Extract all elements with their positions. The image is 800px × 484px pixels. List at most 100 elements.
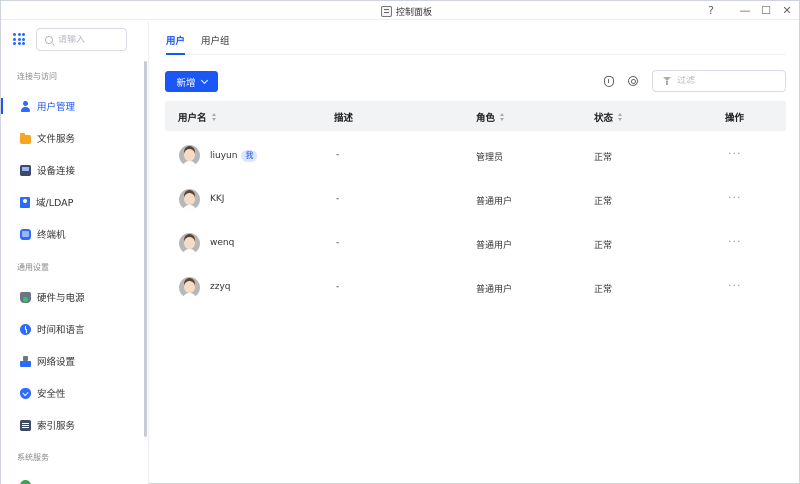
sidebar-search-input[interactable] (58, 34, 114, 45)
sidebar-item-label: 设备连接 (37, 166, 76, 177)
more-actions-button[interactable]: ··· (728, 235, 742, 248)
username-cell: liuyun 我 (210, 150, 258, 162)
tab-users[interactable]: 用户 (166, 33, 186, 55)
username-cell: wenq (210, 238, 235, 248)
tab-bar: 用户 用户组 (165, 21, 785, 55)
window-title-text: 控制面板 (396, 7, 433, 18)
folder-icon (20, 132, 31, 144)
sidebar-item-label: 硬件与电源 (37, 293, 85, 304)
status-cell: 正常 (594, 241, 613, 251)
table-row[interactable]: KKJ - 普通用户 正常 ··· (165, 178, 786, 222)
username-cell: KKJ (210, 194, 225, 204)
role-cell: 普通用户 (476, 285, 513, 295)
minimize-button[interactable]: — (736, 2, 754, 18)
filter-field[interactable] (652, 70, 786, 92)
role-cell: 普通用户 (476, 241, 513, 251)
sidebar-item-device-connection[interactable]: 设备连接 (1, 159, 145, 181)
avatar (179, 233, 200, 254)
device-icon (20, 164, 31, 176)
main-content: 用户 用户组 新增 用户名 描述 角色 状态 (150, 21, 800, 484)
sidebar-item-label: 用户管理 (37, 102, 76, 113)
status-cell: 正常 (594, 153, 613, 163)
sidebar-item-label: 域/LDAP (36, 198, 74, 209)
role-cell: 管理员 (476, 153, 504, 163)
search-icon (45, 35, 53, 44)
description-cell: - (336, 282, 340, 292)
shield-icon[interactable] (604, 76, 614, 87)
group-label-general: 通用设置 (17, 263, 49, 272)
sidebar-item-network[interactable]: 网络设置 (1, 350, 145, 372)
user-icon (20, 100, 31, 112)
sidebar-item-label: 索引服务 (37, 421, 76, 432)
table-row[interactable]: zzyq - 普通用户 正常 ··· (165, 266, 786, 310)
gear-icon[interactable] (628, 76, 638, 86)
status-cell: 正常 (594, 197, 613, 207)
username-cell: zzyq (210, 282, 231, 292)
more-actions-button[interactable]: ··· (728, 279, 742, 292)
sidebar-item-hardware-power[interactable]: 硬件与电源 (1, 286, 145, 308)
filter-icon (663, 77, 672, 85)
sidebar: 连接与访问 用户管理 文件服务 设备连接 域/LDAP 终端机 通用设置 硬件与… (1, 21, 149, 484)
control-panel-window: 控制面板 ? — ☐ ✕ 连接与访问 用户管理 文件服务 设备连接 域/LDA (0, 0, 800, 484)
column-header-description: 描述 (334, 113, 354, 124)
title-bar: 控制面板 ? — ☐ ✕ (1, 1, 799, 20)
sidebar-item-system-partial[interactable] (1, 474, 145, 484)
table-header: 用户名 描述 角色 状态 操作 (165, 101, 786, 131)
system-service-icon (20, 479, 31, 484)
sidebar-item-file-service[interactable]: 文件服务 (1, 127, 145, 149)
clock-icon (20, 323, 31, 335)
sidebar-item-label: 网络设置 (37, 357, 76, 368)
maximize-button[interactable]: ☐ (757, 2, 775, 18)
help-button[interactable]: ? (702, 2, 720, 18)
sidebar-search[interactable] (36, 28, 127, 51)
sidebar-item-label: 安全性 (37, 389, 66, 400)
sidebar-item-time-language[interactable]: 时间和语言 (1, 318, 145, 340)
avatar (179, 145, 200, 166)
column-header-username[interactable]: 用户名 (178, 110, 217, 124)
role-cell: 普通用户 (476, 197, 513, 207)
sidebar-item-index-service[interactable]: 索引服务 (1, 414, 145, 436)
column-header-role[interactable]: 角色 (476, 110, 505, 124)
close-button[interactable]: ✕ (778, 2, 796, 18)
sort-icon[interactable] (211, 113, 217, 121)
control-panel-icon (381, 5, 392, 17)
network-icon (20, 355, 31, 367)
sidebar-item-user-management[interactable]: 用户管理 (1, 95, 145, 117)
me-badge: 我 (241, 150, 258, 162)
add-button-label: 新增 (176, 77, 196, 89)
terminal-icon (20, 228, 31, 240)
description-cell: - (336, 194, 340, 204)
sort-icon[interactable] (500, 113, 505, 121)
chevron-down-icon (200, 76, 208, 84)
apps-grid-icon[interactable] (13, 33, 25, 45)
index-icon (20, 419, 31, 431)
sidebar-scrollbar[interactable] (144, 61, 147, 437)
status-cell: 正常 (594, 285, 613, 295)
sidebar-item-ldap[interactable]: 域/LDAP (1, 191, 145, 213)
add-button[interactable]: 新增 (165, 71, 218, 92)
ldap-icon (20, 196, 30, 208)
more-actions-button[interactable]: ··· (728, 147, 742, 160)
window-title: 控制面板 (381, 4, 432, 18)
avatar (179, 189, 200, 210)
shield-icon (20, 387, 31, 399)
sidebar-item-security[interactable]: 安全性 (1, 382, 145, 404)
filter-input[interactable] (677, 76, 777, 86)
sort-icon[interactable] (618, 113, 623, 121)
sidebar-item-label: 终端机 (37, 230, 66, 241)
description-cell: - (336, 150, 340, 160)
group-label-connect: 连接与访问 (17, 72, 57, 81)
column-header-actions: 操作 (725, 113, 745, 124)
more-actions-button[interactable]: ··· (728, 191, 742, 204)
hardware-icon (20, 291, 31, 303)
sidebar-item-label: 时间和语言 (37, 325, 85, 336)
sidebar-item-label: 文件服务 (37, 134, 76, 145)
description-cell: - (336, 238, 340, 248)
avatar (179, 277, 200, 298)
tab-user-groups[interactable]: 用户组 (201, 33, 230, 47)
column-header-status[interactable]: 状态 (594, 110, 623, 124)
sidebar-item-terminal[interactable]: 终端机 (1, 223, 145, 245)
group-label-system: 系统服务 (17, 453, 49, 462)
table-row[interactable]: liuyun 我 - 管理员 正常 ··· (165, 134, 786, 178)
table-row[interactable]: wenq - 普通用户 正常 ··· (165, 222, 786, 266)
